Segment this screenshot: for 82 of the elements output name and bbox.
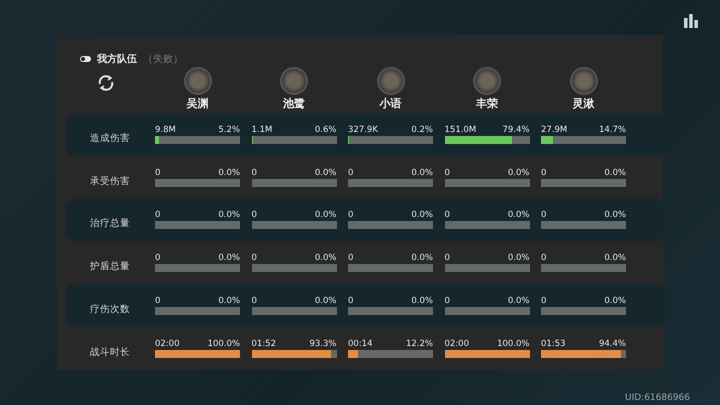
stat-percent: 0.0%	[508, 253, 530, 264]
player-name: 池鹭	[283, 96, 305, 111]
stat-percent: 0.6%	[314, 124, 336, 135]
stat-value: 0	[541, 296, 546, 306]
stat-percent: 0.0%	[508, 210, 530, 220]
stat-percent: 79.4%	[502, 124, 530, 135]
stat-percent: 100.0%	[208, 339, 240, 350]
stat-value: 0	[444, 296, 450, 306]
stat-percent: 0.0%	[604, 253, 626, 264]
stat-label: 疗伤次数	[89, 303, 131, 316]
stat-percent: 0.2%	[411, 124, 433, 135]
stat-percent: 0.0%	[314, 296, 336, 306]
refresh-icon[interactable]	[97, 74, 115, 91]
stat-value: 0	[348, 168, 354, 178]
stat-percent: 12.2%	[406, 339, 433, 350]
player-name: 丰荣	[476, 96, 498, 111]
stat-percent: 94.4%	[598, 339, 626, 350]
stat-value: 00:14	[348, 339, 372, 350]
uid-label: UID:61686966	[624, 393, 690, 403]
avatar-placeholder	[376, 66, 404, 95]
stat-percent: 0.0%	[411, 210, 433, 220]
stat-value: 27.9M	[541, 124, 568, 135]
stat-percent: 0.0%	[218, 296, 240, 306]
stat-percent: 0.0%	[508, 296, 530, 306]
stat-percent: 0.0%	[218, 210, 240, 220]
stat-percent: 0.0%	[314, 253, 336, 264]
stat-percent: 93.3%	[309, 339, 336, 350]
stat-percent: 5.2%	[218, 124, 240, 135]
stat-value: 0	[252, 210, 257, 220]
stat-label: 造成伤害	[89, 132, 131, 145]
avatar-placeholder	[570, 66, 598, 95]
stat-percent: 0.0%	[218, 253, 240, 264]
stat-label: 承受伤害	[89, 174, 131, 188]
stat-percent: 0.0%	[411, 253, 433, 264]
stat-value: 0	[541, 168, 546, 178]
stat-value: 0	[444, 253, 450, 264]
player-name: 灵湫	[572, 96, 594, 111]
stat-value: 0	[541, 210, 546, 220]
stat-value: 0	[348, 210, 354, 220]
team-result: （失败）	[143, 52, 183, 66]
stat-value: 1.1M	[252, 124, 272, 135]
stat-value: 01:52	[252, 339, 276, 350]
player-name: 吴渊	[186, 96, 208, 111]
stat-value: 9.8M	[155, 124, 176, 135]
stat-label: 护盾总量	[89, 260, 131, 274]
stat-percent: 0.0%	[411, 296, 433, 306]
avatar-placeholder	[473, 66, 501, 95]
stat-value: 0	[252, 168, 257, 178]
stat-value: 0	[155, 253, 160, 264]
stat-percent: 0.0%	[508, 168, 530, 178]
team-title: 我方队伍	[97, 52, 137, 66]
stat-label: 治疗总量	[89, 217, 131, 230]
stat-percent: 100.0%	[497, 339, 530, 350]
stat-percent: 14.7%	[598, 124, 626, 135]
stat-percent: 0.0%	[604, 296, 626, 306]
stat-value: 0	[155, 296, 160, 306]
stat-percent: 0.0%	[411, 168, 433, 178]
stat-value: 0	[348, 253, 354, 264]
stat-percent: 0.0%	[604, 210, 626, 220]
stat-value: 0	[252, 253, 257, 264]
avatar-placeholder	[184, 66, 212, 95]
stat-value: 0	[444, 210, 450, 220]
stat-value: 151.0M	[444, 124, 476, 135]
stat-value: 0	[155, 210, 160, 220]
stat-value: 0	[541, 253, 546, 264]
stat-percent: 0.0%	[314, 168, 336, 178]
stat-value: 0	[348, 296, 354, 306]
stat-percent: 0.0%	[314, 210, 336, 220]
stat-value: 327.9K	[348, 124, 378, 135]
stat-value: 01:53	[541, 339, 566, 350]
stat-label: 战斗时长	[89, 346, 131, 360]
stat-percent: 0.0%	[604, 168, 626, 178]
toggle-icon[interactable]	[80, 56, 91, 62]
player-name: 小语	[380, 96, 402, 111]
avatar-placeholder	[280, 66, 308, 95]
stat-value: 02:00	[155, 339, 180, 350]
stat-value: 0	[444, 168, 450, 178]
stat-percent: 0.0%	[218, 168, 240, 178]
stat-value: 02:00	[444, 339, 469, 350]
bar-chart-icon[interactable]	[682, 12, 700, 30]
stat-value: 0	[155, 168, 160, 178]
stat-value: 0	[252, 296, 257, 306]
